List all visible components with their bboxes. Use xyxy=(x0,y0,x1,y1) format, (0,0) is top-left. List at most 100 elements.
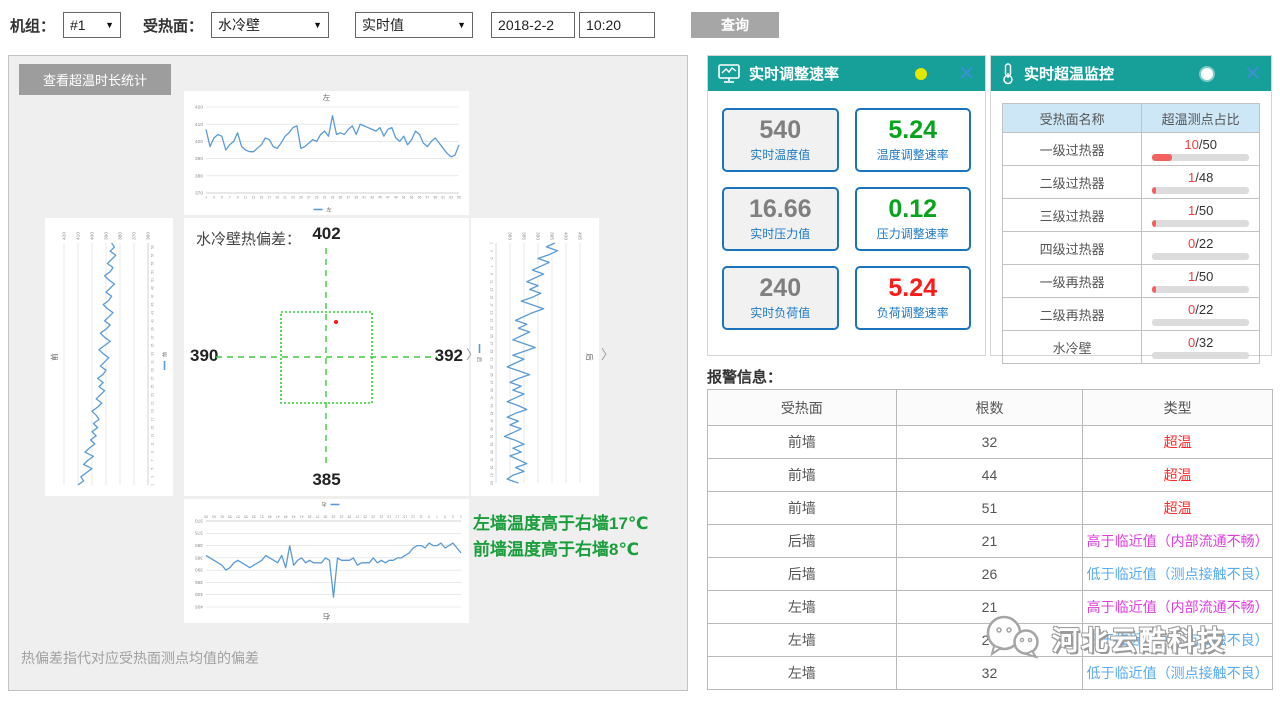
svg-text:390: 390 xyxy=(104,232,110,240)
svg-text:57: 57 xyxy=(151,253,155,257)
close-icon[interactable]: ✕ xyxy=(958,64,975,84)
svg-text:45: 45 xyxy=(490,411,494,415)
time-input[interactable] xyxy=(579,12,655,38)
surface-select[interactable]: 水冷壁 ▼ xyxy=(211,12,329,38)
svg-text:23: 23 xyxy=(151,393,155,397)
svg-text:5: 5 xyxy=(444,515,446,519)
svg-text:410: 410 xyxy=(76,232,82,240)
svg-text:63: 63 xyxy=(490,481,494,485)
svg-text:375: 375 xyxy=(195,530,203,536)
alarm-row: 后墙 26 低于临近值（测点接触不良） xyxy=(708,558,1273,591)
overtemp-row: 二级过热器 1/48 xyxy=(1003,166,1260,199)
chart-back-wall: 3803853903954004051357911131517192123252… xyxy=(471,218,599,496)
svg-text:35: 35 xyxy=(339,196,343,200)
alarm-surface: 左墙 xyxy=(708,591,897,624)
surface-select-value: 水冷壁 xyxy=(218,15,260,35)
svg-text:11: 11 xyxy=(244,196,248,200)
svg-text:400: 400 xyxy=(562,232,568,240)
svg-text:39: 39 xyxy=(490,388,494,392)
alarm-type: 超温 xyxy=(1083,492,1273,525)
overtemp-ratio: 0/22 xyxy=(1152,236,1249,251)
chevron-right-icon[interactable]: 〉 xyxy=(601,344,614,363)
overtemp-duration-stats-button[interactable]: 查看超温时长统计 xyxy=(19,64,171,95)
overtemp-progress-bar xyxy=(1152,319,1249,326)
svg-text:23: 23 xyxy=(490,326,494,330)
svg-text:61: 61 xyxy=(441,196,445,200)
svg-text:13: 13 xyxy=(252,196,256,200)
overtemp-progress-bar xyxy=(1152,253,1249,260)
svg-text:59: 59 xyxy=(151,245,155,249)
alarm-surface: 后墙 xyxy=(708,525,897,558)
unit-label: 机组： xyxy=(10,15,55,36)
close-icon[interactable]: ✕ xyxy=(1244,64,1261,84)
svg-text:37: 37 xyxy=(346,196,350,200)
svg-text:29: 29 xyxy=(151,368,155,372)
svg-text:51: 51 xyxy=(490,435,494,439)
rate-box-1: 5.24 温度调整速率 xyxy=(855,108,972,172)
svg-text:17: 17 xyxy=(151,417,155,421)
rate-box-3: 0.12 压力调整速率 xyxy=(855,187,972,251)
svg-text:420: 420 xyxy=(195,105,203,111)
svg-text:390: 390 xyxy=(195,567,203,573)
svg-text:19: 19 xyxy=(275,196,279,200)
mode-select[interactable]: 实时值 ▼ xyxy=(355,12,473,38)
alarm-row: 前墙 44 超温 xyxy=(708,459,1273,492)
alarm-count: 44 xyxy=(896,459,1083,492)
right-wall-line-chart: 3703753803853903954004051357911131517192… xyxy=(184,499,469,623)
overtemp-progress-bar xyxy=(1152,187,1249,194)
svg-text:395: 395 xyxy=(548,232,554,240)
front-wall-line-chart: 3603703803904004104201357911131517192123… xyxy=(48,221,170,493)
svg-text:前: 前 xyxy=(49,353,59,361)
alarm-row: 前墙 32 超温 xyxy=(708,426,1273,459)
overtemp-progress-bar xyxy=(1152,352,1249,359)
overtemp-col-name: 受热面名称 xyxy=(1003,104,1142,133)
svg-text:49: 49 xyxy=(490,427,494,431)
overtemp-table: 受热面名称 超温测点占比一级过热器 10/50 二级过热器 1/48 三级过热器… xyxy=(1002,103,1260,364)
svg-text:370: 370 xyxy=(132,232,138,240)
svg-text:27: 27 xyxy=(151,376,155,380)
status-dot-yellow xyxy=(915,68,927,80)
svg-text:45: 45 xyxy=(284,515,288,519)
overtemp-progress-bar xyxy=(1152,220,1249,227)
svg-text:9: 9 xyxy=(151,451,155,453)
svg-text:15: 15 xyxy=(260,196,264,200)
svg-text:31: 31 xyxy=(339,515,343,519)
svg-text:35: 35 xyxy=(151,344,155,348)
svg-text:23: 23 xyxy=(371,515,375,519)
svg-text:右: 右 xyxy=(322,612,330,622)
svg-text:7: 7 xyxy=(151,459,155,461)
svg-text:49: 49 xyxy=(151,286,155,290)
unit-select-value: #1 xyxy=(70,17,86,33)
svg-text:63: 63 xyxy=(212,515,216,519)
svg-text:11: 11 xyxy=(490,280,494,284)
svg-text:31: 31 xyxy=(490,357,494,361)
temperature-annotation: 左墙温度高于右墙17℃ 前墙温度高于右墙8℃ xyxy=(473,511,649,563)
svg-text:29: 29 xyxy=(490,350,494,354)
monitor-chart-icon xyxy=(718,64,740,84)
svg-text:47: 47 xyxy=(151,294,155,298)
svg-text:53: 53 xyxy=(151,270,155,274)
date-input[interactable] xyxy=(491,12,575,38)
overtemp-ratio: 10/50 xyxy=(1152,137,1249,152)
chevron-right-icon[interactable]: 〉 xyxy=(466,344,479,363)
rate-label: 实时温度值 xyxy=(750,146,810,163)
svg-text:3: 3 xyxy=(213,196,215,200)
svg-text:43: 43 xyxy=(370,196,374,200)
svg-text:380: 380 xyxy=(118,232,124,240)
svg-text:33: 33 xyxy=(151,352,155,356)
svg-text:33: 33 xyxy=(332,515,336,519)
svg-text:前: 前 xyxy=(162,352,169,357)
svg-text:380: 380 xyxy=(195,542,203,548)
svg-text:41: 41 xyxy=(490,396,494,400)
unit-select[interactable]: #1 ▼ xyxy=(63,12,121,38)
alarm-count: 26 xyxy=(896,624,1083,657)
query-button[interactable]: 查询 xyxy=(691,12,779,38)
overtemp-row: 四级过热器 0/22 xyxy=(1003,232,1260,265)
overtemp-row: 一级再热器 1/50 xyxy=(1003,265,1260,298)
svg-text:59: 59 xyxy=(228,515,232,519)
svg-text:49: 49 xyxy=(268,515,272,519)
svg-text:43: 43 xyxy=(292,515,296,519)
svg-text:15: 15 xyxy=(490,295,494,299)
alarm-row: 左墙 26 低于临近值（测点接触不良） xyxy=(708,624,1273,657)
chevron-down-icon: ▼ xyxy=(105,20,114,30)
